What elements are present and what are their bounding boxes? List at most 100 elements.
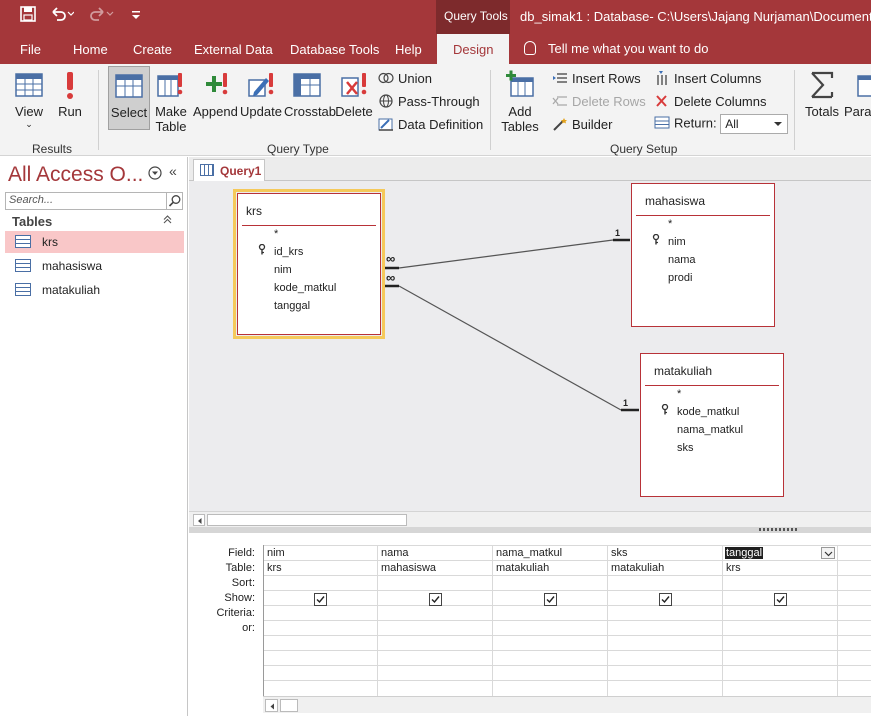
design-pane-scrollbar[interactable] [189,511,871,527]
tab-query1[interactable]: Query1 [193,159,265,181]
field-item[interactable]: tanggal [274,300,310,312]
field-item[interactable]: * [668,218,672,230]
return-dropdown[interactable]: All [720,114,789,134]
scroll-thumb[interactable] [280,699,298,712]
grid-field-cell[interactable]: nama [381,547,409,559]
update-button[interactable]: Update [240,70,282,138]
customize-quick-access-icon[interactable] [131,8,141,25]
save-icon[interactable] [20,6,36,26]
divider [645,385,779,386]
collapse-section-icon[interactable] [163,215,172,227]
data-definition-button[interactable]: Data Definition [378,117,483,132]
union-label: Union [398,71,432,86]
parameters-button[interactable]: Paran [844,70,871,138]
field-item[interactable]: prodi [668,272,692,284]
nav-item-krs[interactable]: krs [5,231,184,253]
delete-columns-button[interactable]: Delete Columns [654,94,767,109]
parameters-label: Paran [844,104,871,119]
view-button[interactable]: View ⌄ [8,70,50,138]
pass-through-button[interactable]: Pass-Through [378,94,480,109]
grid-line [263,545,871,546]
crosstab-label: Crosstab [284,104,337,119]
delete-query-icon [341,73,367,97]
union-button[interactable]: Union [378,71,432,86]
tab-home[interactable]: Home [73,42,108,57]
field-item[interactable]: kode_matkul [274,282,336,294]
tab-file[interactable]: File [20,42,41,57]
append-button[interactable]: Append [193,70,238,138]
tell-me-search[interactable]: Tell me what you want to do [524,41,708,56]
tab-database-tools[interactable]: Database Tools [290,42,379,57]
nav-menu-dropdown-icon[interactable] [148,166,162,183]
tab-external-data[interactable]: External Data [194,42,273,57]
grid-table-cell[interactable]: matakuliah [611,562,664,574]
scroll-left-icon[interactable] [193,514,205,526]
grid-field-cell[interactable]: nim [267,547,285,559]
scroll-thumb[interactable] [207,514,407,526]
search-icon[interactable] [166,193,182,209]
join-line-krs-mahasiswa[interactable] [398,239,614,269]
query-design-grid[interactable]: Field: Table: Sort: Show: Criteria: or: … [189,533,871,716]
table-icon [15,235,31,248]
delete-columns-icon [656,95,667,107]
grid-horizontal-scrollbar[interactable] [263,696,871,713]
make-table-button[interactable]: Make Table [152,70,190,142]
grid-field-cell-selected[interactable]: tanggal [725,547,764,559]
grid-field-cell[interactable]: sks [611,547,628,559]
select-query-button[interactable]: Select [108,66,150,130]
grid-table-cell[interactable]: krs [726,562,741,574]
grid-table-cell[interactable]: matakuliah [496,562,549,574]
nav-search-input[interactable]: Search... [5,192,183,210]
field-dropdown-button[interactable] [821,547,835,559]
field-item[interactable]: nim [668,236,686,248]
tab-help[interactable]: Help [395,42,422,57]
table-box-mahasiswa[interactable]: mahasiswa * nim nama prodi [631,183,775,327]
grid-show-checkbox[interactable] [774,593,787,606]
insert-rows-button[interactable]: Insert Rows [552,71,641,86]
grid-table-cell[interactable]: krs [267,562,282,574]
grid-line [263,560,871,561]
grid-line [263,590,871,591]
grid-show-checkbox[interactable] [429,593,442,606]
nav-item-matakuliah[interactable]: matakuliah [5,279,184,301]
tab-create[interactable]: Create [133,42,172,57]
grid-show-checkbox[interactable] [544,593,557,606]
grid-show-checkbox[interactable] [659,593,672,606]
insert-columns-button[interactable]: Insert Columns [654,71,761,86]
field-item[interactable]: sks [677,442,694,454]
grid-table-cell[interactable]: mahasiswa [381,562,436,574]
tab-design[interactable]: Design [437,34,510,64]
table-box-matakuliah[interactable]: matakuliah * kode_matkul nama_matkul sks [640,353,784,497]
builder-button[interactable]: Builder [552,117,612,132]
run-button[interactable]: Run [52,70,88,138]
field-item[interactable]: * [274,228,278,240]
field-item[interactable]: nama [668,254,696,266]
grid-field-cell[interactable]: nama_matkul [496,547,562,559]
builder-wand-icon [553,118,567,131]
grid-show-checkbox[interactable] [314,593,327,606]
totals-button[interactable]: Totals [802,70,842,138]
join-line-krs-matakuliah[interactable] [398,285,622,411]
field-item[interactable]: id_krs [274,246,303,258]
delete-query-button[interactable]: Delete [334,70,374,138]
add-tables-button[interactable]: Add Tables [500,70,540,142]
crosstab-icon [293,73,321,97]
nav-item-mahasiswa[interactable]: mahasiswa [5,255,184,277]
splitter-grip[interactable] [759,528,797,531]
crosstab-button[interactable]: Crosstab [284,70,336,138]
field-item[interactable]: kode_matkul [677,406,739,418]
nav-section-tables[interactable]: Tables [12,214,52,229]
undo-icon[interactable] [50,6,75,26]
grid-line [263,680,871,681]
field-item[interactable]: * [677,388,681,400]
field-item[interactable]: nama_matkul [677,424,743,436]
delete-rows-button: Delete Rows [552,94,646,109]
run-label: Run [58,104,82,119]
query-design-pane[interactable]: ∞ ∞ 1 1 krs * id_krs nim kode_matkul tan… [189,181,871,511]
nav-pane-title[interactable]: All Access O... [8,163,143,187]
scroll-left-icon[interactable] [265,699,278,712]
query-tools-label: Query Tools [444,9,508,23]
field-item[interactable]: nim [274,264,292,276]
table-box-krs[interactable]: krs * id_krs nim kode_matkul tanggal [233,189,385,339]
collapse-pane-icon[interactable]: « [169,163,177,179]
